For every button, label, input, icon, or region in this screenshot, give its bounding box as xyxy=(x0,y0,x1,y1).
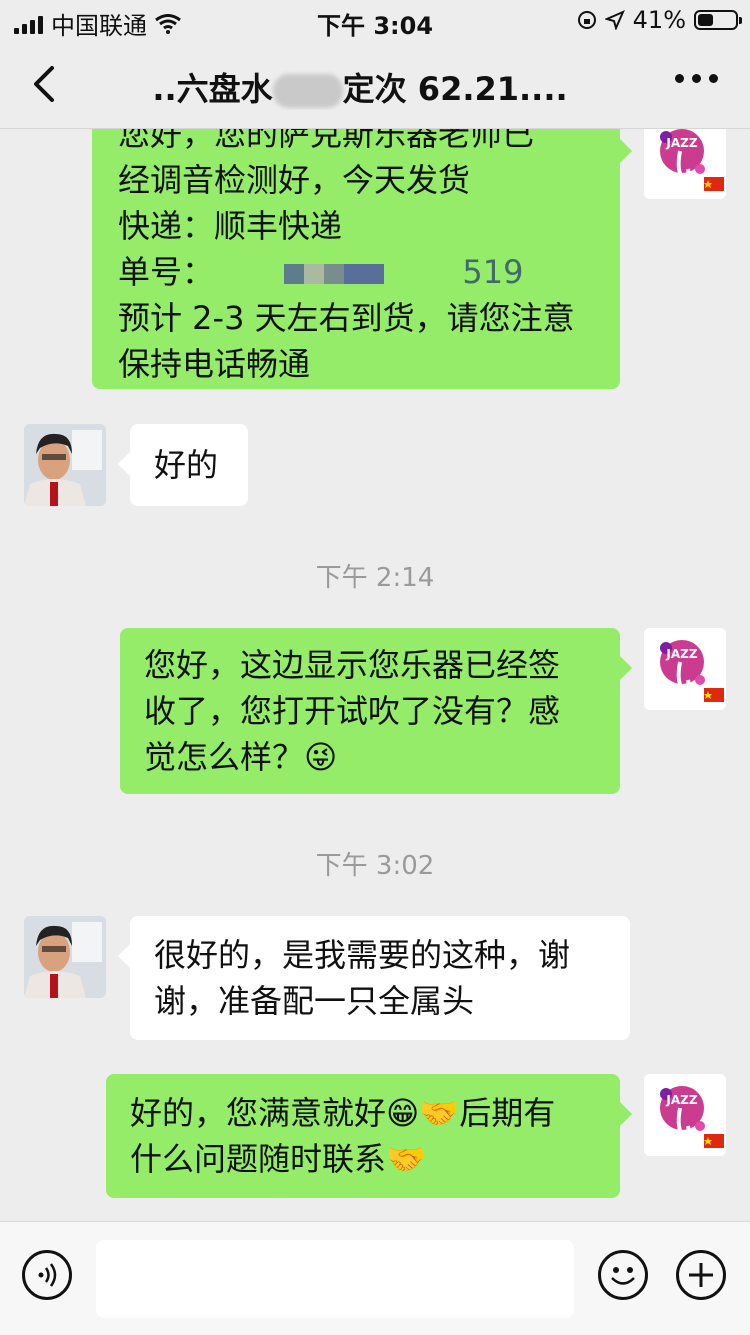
message-line: 谢，准备配一只全属头 xyxy=(154,982,475,1020)
jazz-label: JAZZ xyxy=(665,647,697,661)
contact-avatar[interactable] xyxy=(24,424,106,506)
my-avatar[interactable]: JAZZ xyxy=(644,1074,726,1156)
jazz-logo-icon: JAZZ xyxy=(644,129,726,199)
chat-title: ..六盘水 定次 62.21.... xyxy=(100,64,620,110)
voice-input-button[interactable] xyxy=(22,1250,72,1300)
message-line: 预计 2-3 天左右到货，请您注意 xyxy=(118,299,575,337)
battery-icon xyxy=(694,10,742,30)
message-line: 很好的，是我需要的这种，谢 xyxy=(154,936,571,974)
emoji-face-icon xyxy=(611,1267,635,1285)
my-avatar[interactable]: JAZZ xyxy=(644,129,726,199)
jazz-logo-icon: JAZZ xyxy=(644,628,726,710)
voice-icon xyxy=(38,1263,57,1287)
message-list: 您好，您的萨克斯乐器老师已 经调音检测好，今天发货 快递：顺丰快递 单号： 51… xyxy=(0,129,750,1221)
chat-title-prefix: ..六盘水 xyxy=(152,70,273,108)
emoji-button[interactable] xyxy=(598,1250,648,1300)
message-bubble-shipping[interactable]: 您好，您的萨克斯乐器老师已 经调音检测好，今天发货 快递：顺丰快递 单号： 51… xyxy=(92,129,632,389)
message-line: 什么问题随时联系🤝 xyxy=(130,1140,426,1178)
timestamp: 下午 3:02 xyxy=(315,851,435,881)
message-input[interactable] xyxy=(96,1240,574,1318)
message-bubble-reply-ok[interactable]: 好的 xyxy=(118,424,248,506)
contact-avatar[interactable] xyxy=(24,916,106,998)
contact-photo-icon xyxy=(24,424,106,506)
battery-percent: 41% xyxy=(632,6,686,34)
input-bar xyxy=(0,1221,750,1335)
status-bar: 中国联通 下午 3:04 41% xyxy=(0,0,750,40)
more-options-icon[interactable] xyxy=(675,74,718,83)
back-chevron-icon[interactable] xyxy=(26,62,66,106)
rotation-lock-icon xyxy=(577,11,596,29)
location-icon xyxy=(604,10,625,30)
message-line: 觉怎么样？😜 xyxy=(144,738,338,776)
jazz-label: JAZZ xyxy=(665,136,697,150)
message-text: 好的 xyxy=(154,446,219,484)
message-line: 收了，您打开试吹了没有？感 xyxy=(144,692,561,730)
redacted-tracking xyxy=(284,264,445,284)
jazz-logo-icon: JAZZ xyxy=(644,1074,726,1156)
contact-photo-icon xyxy=(24,916,106,998)
message-line: 快递：顺丰快递 xyxy=(118,207,343,245)
more-functions-button[interactable] xyxy=(676,1250,726,1300)
message-line: 您好，您的萨克斯乐器老师已 xyxy=(118,129,535,153)
chat-header: ..六盘水 定次 62.21.... xyxy=(0,40,750,129)
message-bubble-closing[interactable]: 好的，您满意就好😁🤝后期有 什么问题随时联系🤝 xyxy=(106,1074,632,1198)
redacted-name xyxy=(272,74,343,108)
jazz-label: JAZZ xyxy=(665,1093,697,1107)
message-line: 保持电话畅通 xyxy=(118,345,311,383)
tracking-number-line: 单号： 519 xyxy=(118,253,524,291)
message-bubble-followup[interactable]: 您好，这边显示您乐器已经签 收了，您打开试吹了没有？感 觉怎么样？😜 xyxy=(120,628,632,794)
message-bubble-feedback[interactable]: 很好的，是我需要的这种，谢 谢，准备配一只全属头 xyxy=(118,916,630,1040)
my-avatar[interactable]: JAZZ xyxy=(644,628,726,710)
timestamp: 下午 2:14 xyxy=(315,563,435,593)
message-line: 经调音检测好，今天发货 xyxy=(118,161,471,199)
chat-title-suffix: 定次 62.21.... xyxy=(342,70,568,108)
plus-icon xyxy=(689,1263,713,1287)
message-line: 您好，这边显示您乐器已经签 xyxy=(144,646,561,684)
message-line: 好的，您满意就好😁🤝后期有 xyxy=(130,1094,556,1132)
